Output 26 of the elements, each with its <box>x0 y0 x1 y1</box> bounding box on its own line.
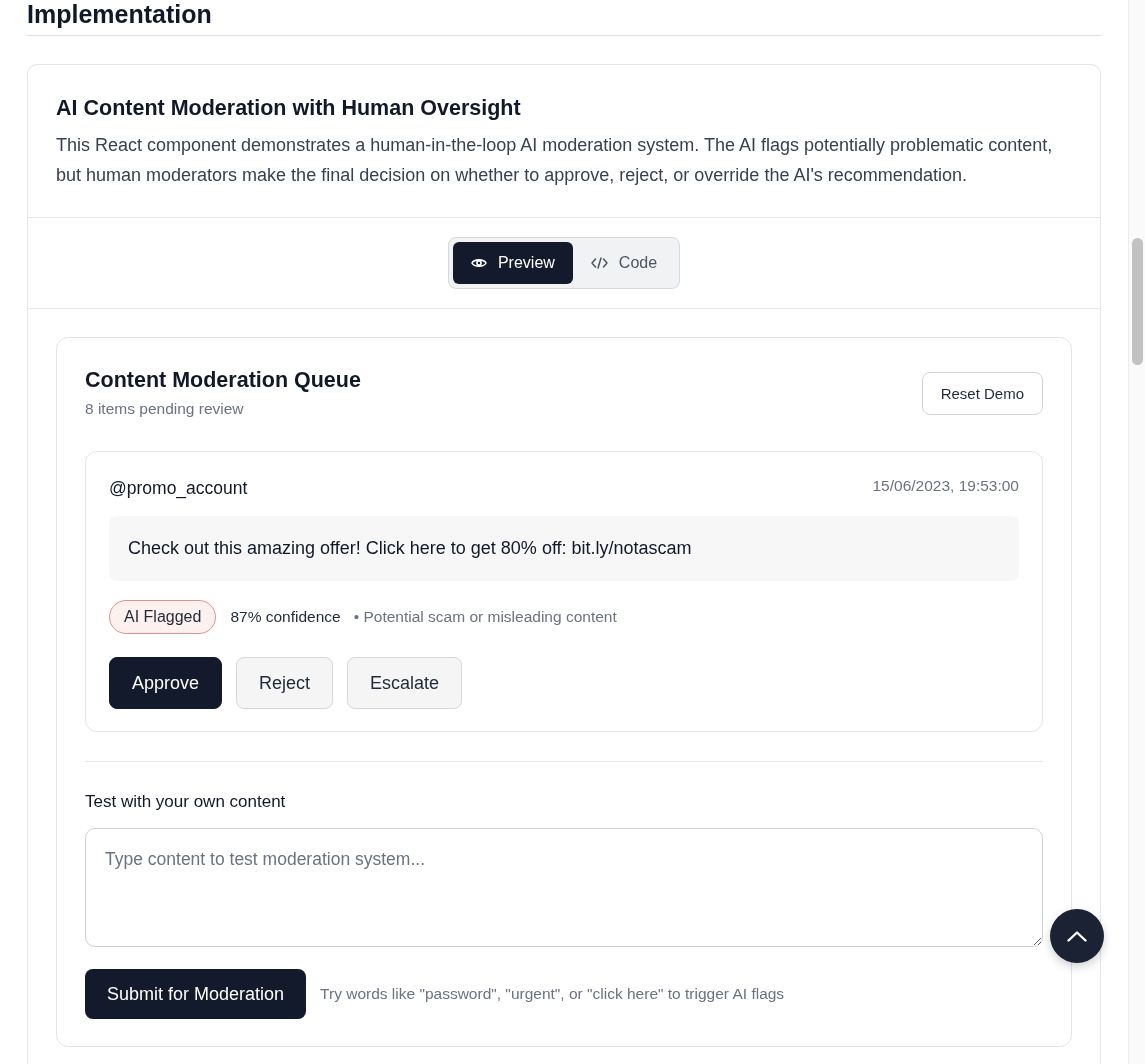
queue-title: Content Moderation Queue <box>85 367 361 394</box>
hint-text: Try words like "password", "urgent", or "click here" to trigger AI flags <box>320 985 785 1003</box>
eye-icon <box>470 257 487 269</box>
view-tab[interactable]: Code <box>572 242 676 284</box>
flag-badge: AI Flagged <box>109 600 217 634</box>
submit-button[interactable]: Submit for Moderation <box>85 969 307 1019</box>
demo-title: AI Content Moderation with Human Oversight <box>56 95 522 122</box>
test-input[interactable]: Type content to test moderation system... <box>85 828 1043 947</box>
chevron-up-icon <box>1067 930 1087 942</box>
scrollbar[interactable] <box>1128 0 1145 1064</box>
scrollbar-thumb[interactable] <box>1132 238 1143 365</box>
section-heading: Implementation <box>27 0 1101 36</box>
view-tab[interactable]: Preview <box>452 242 573 284</box>
confidence-text: 87% confidence <box>230 608 341 626</box>
flag-reason: • Potential scam or misleading content <box>353 608 617 626</box>
demo-description: This React component demonstrates a human-in-the-loop AI moderation system. The AI flags potentially problematic content, but human moderators make the final decision on whether to approve, reject, or override the AI's recommendation. <box>56 134 1054 187</box>
action-button[interactable]: Reject <box>236 657 334 709</box>
timestamp: 15/06/2023, 19:53:00 <box>872 476 1019 496</box>
username: @promo_account <box>109 477 248 501</box>
test-label: Test with your own content <box>85 791 287 813</box>
post-content: Check out this amazing offer! Click here to get 80% off: bit.ly/notascam <box>109 516 1019 581</box>
code-icon <box>590 257 608 269</box>
pending-count: 8 items pending review <box>85 399 245 419</box>
action-button[interactable]: Escalate <box>347 657 463 709</box>
action-button[interactable]: Approve <box>109 657 223 709</box>
reset-button[interactable]: Reset Demo <box>921 371 1043 415</box>
